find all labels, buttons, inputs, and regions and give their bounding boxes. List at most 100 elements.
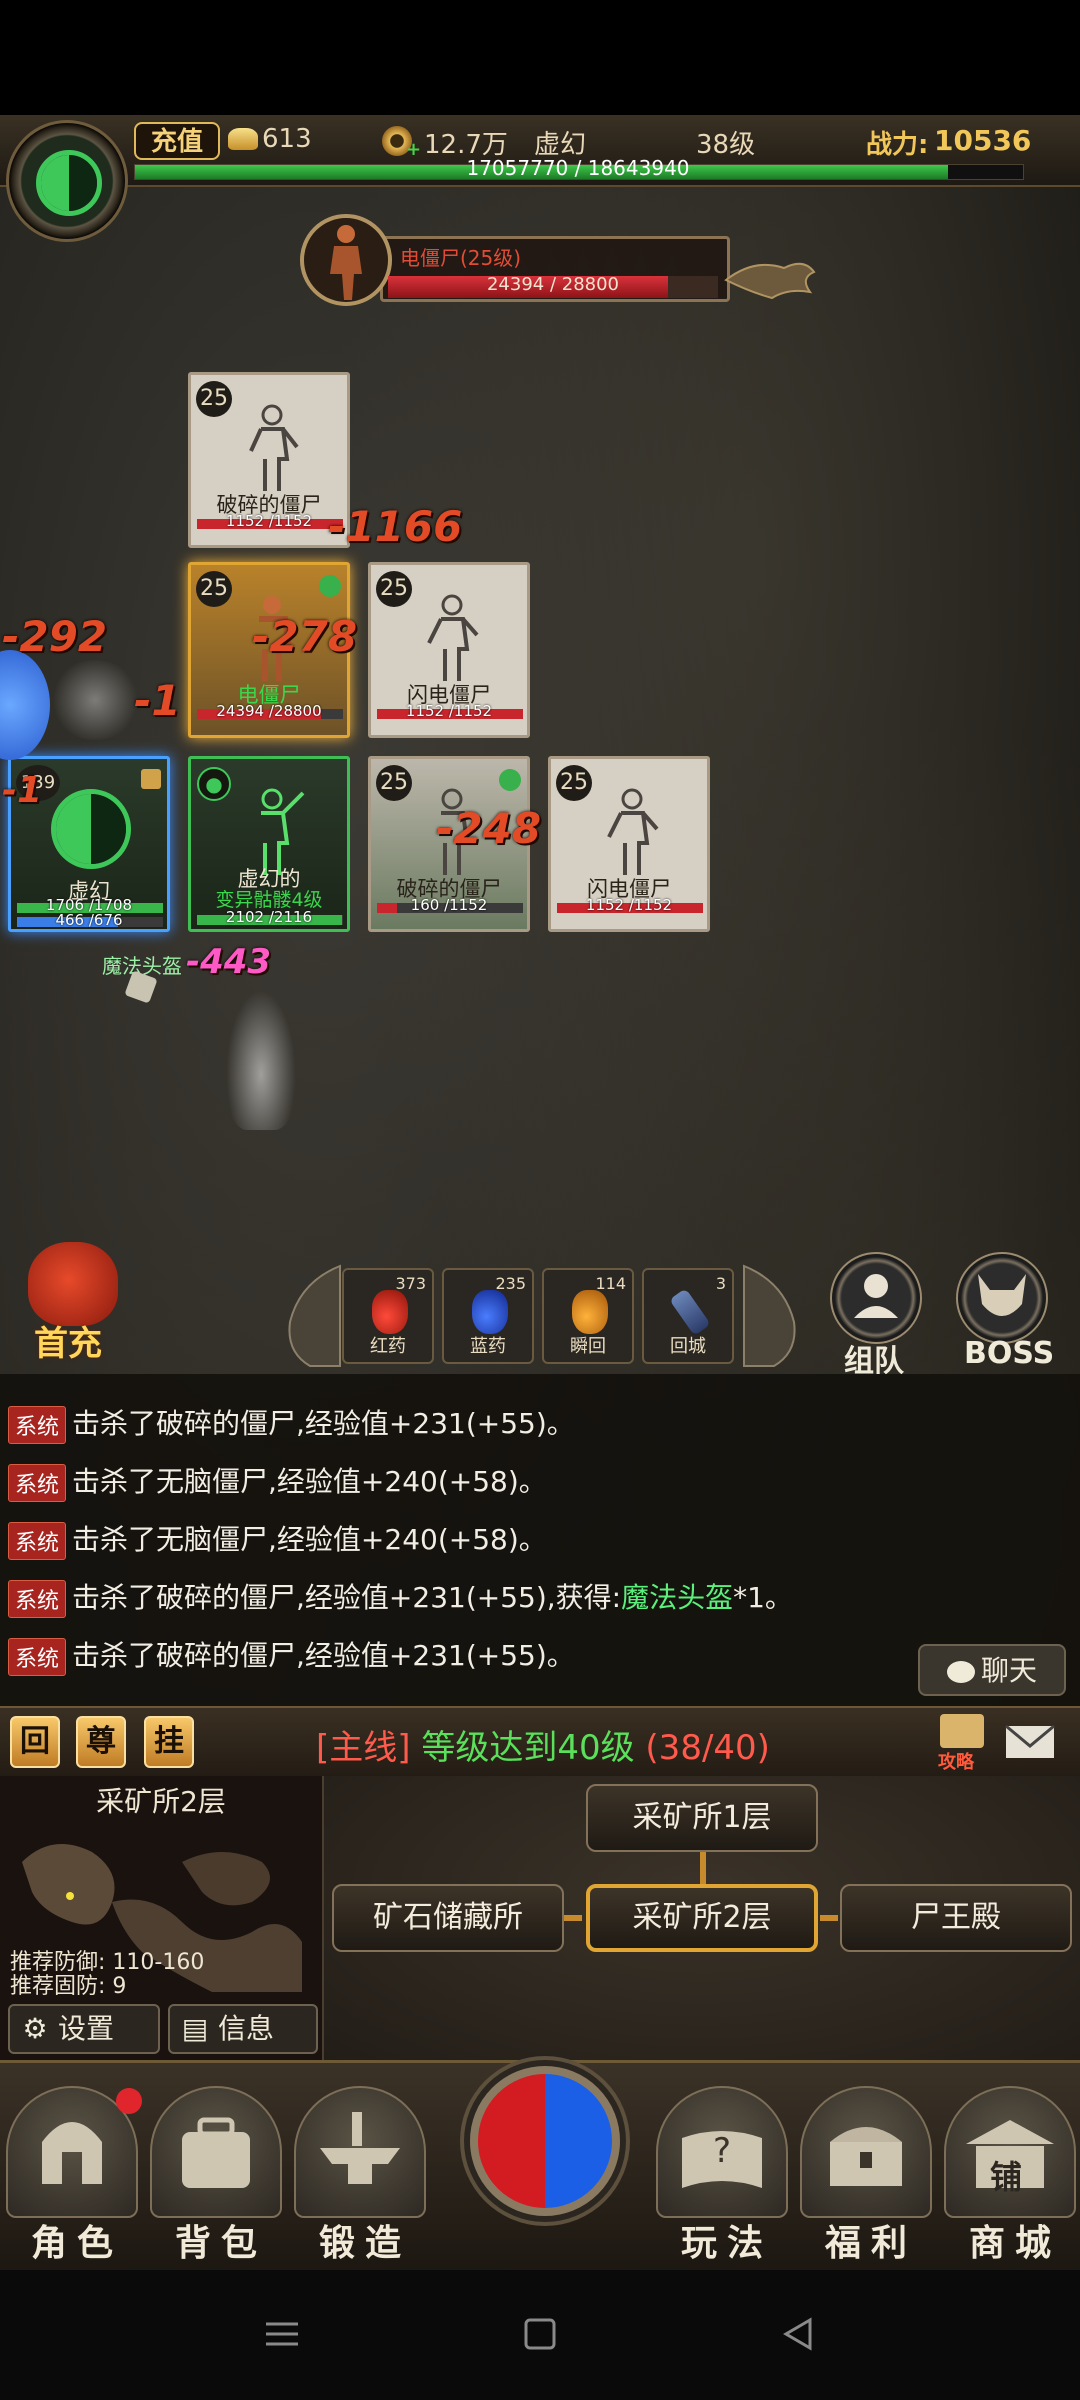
chat-text: 击杀了破碎的僵尸,经验值+231(+55),获得:: [72, 1581, 622, 1614]
status-bar: [0, 0, 1080, 115]
item-count: 114: [595, 1274, 626, 1293]
nav-label: 商城: [968, 2223, 1061, 2264]
zombie-icon: [249, 404, 299, 491]
buff-icon: [141, 769, 161, 789]
item-count: 3: [715, 1274, 726, 1293]
settings-button[interactable]: ⚙ 设置: [8, 2004, 160, 2054]
damage-number: -292: [2, 612, 108, 661]
zombie-icon: [427, 594, 479, 681]
boss-name: 电僵尸(25级): [400, 246, 522, 270]
chat-line: 系统 击杀了破碎的僵尸,经验值+231(+55),获得:魔法头盔*1。: [8, 1576, 793, 1618]
whirlwind-effect: [50, 660, 140, 740]
chat-line: 系统 击杀了无脑僵尸,经验值+240(+58)。: [8, 1518, 547, 1560]
item-label: 瞬回: [570, 1336, 606, 1357]
nav-label: 角色: [30, 2223, 123, 2264]
recharge-button[interactable]: 充值: [134, 122, 220, 160]
chat-bubble-icon: [946, 1661, 975, 1683]
recommended-armor: 推荐固防: 9: [10, 1974, 127, 1999]
main-quest[interactable]: [主线] 等级达到40级 (38/40): [316, 1720, 770, 1769]
hp-text: 1152 /1152: [585, 896, 673, 914]
hp-mp-orb[interactable]: [470, 2066, 620, 2216]
power-value: 10536: [934, 124, 1032, 157]
first-charge-button[interactable]: 首充: [18, 1240, 130, 1364]
info-button[interactable]: ▤ 信息: [168, 2004, 318, 2054]
dragon-right-ornament-icon: [743, 1264, 796, 1367]
nav-bag[interactable]: 背包: [150, 2086, 282, 2264]
scroll-map-icon: [940, 1714, 984, 1748]
boss-portrait[interactable]: [300, 214, 392, 306]
chat-text: 击杀了无脑僵尸,经验值+240(+58)。: [72, 1523, 547, 1556]
boss-label: BOSS: [964, 1336, 1055, 1371]
blue-potion-slot[interactable]: 235 蓝药: [442, 1268, 534, 1364]
item-count: 373: [395, 1274, 426, 1293]
town-scroll-slot[interactable]: 3 回城: [642, 1268, 734, 1364]
zombie-icon: [607, 788, 659, 875]
item-label: 红药: [370, 1336, 406, 1357]
pet-card[interactable]: ● 虚幻的 变异骷髅4级 2102 /2116: [188, 756, 350, 932]
chat-text: *1。: [733, 1581, 793, 1614]
chat-button[interactable]: 聊天: [918, 1644, 1066, 1696]
damage-number: -1: [134, 676, 181, 725]
chat-text: 击杀了无脑僵尸,经验值+240(+58)。: [72, 1465, 547, 1498]
return-button[interactable]: 回: [10, 1716, 60, 1768]
menu-icon[interactable]: [262, 2314, 302, 2354]
back-icon[interactable]: [778, 2314, 818, 2354]
boss-hp-text: 24394 / 28800: [486, 274, 620, 295]
auto-button[interactable]: 挂: [144, 1716, 194, 1768]
yin-yang-icon: [36, 150, 102, 216]
yin-yang-icon: [51, 789, 131, 869]
enemy-card[interactable]: 25 闪电僵尸 1152 /1152: [368, 562, 530, 738]
enemy-card[interactable]: 25 闪电僵尸 1152 /1152: [548, 756, 710, 932]
level-badge: 25: [196, 571, 232, 607]
mp-text: 466 /676: [55, 911, 123, 929]
damage-number: -1: [2, 770, 42, 811]
hp-text: 2102 /2116: [225, 908, 313, 926]
blue-potion-icon: [472, 1290, 508, 1334]
question-book-icon: ?: [656, 2086, 788, 2218]
item-label: 蓝药: [470, 1336, 506, 1357]
chat-text: 击杀了破碎的僵尸,经验值+231(+55)。: [72, 1639, 575, 1672]
guide-button[interactable]: 攻略: [934, 1712, 994, 1773]
dragon-ornament-icon: [724, 262, 816, 300]
nav-character[interactable]: 角色: [6, 2086, 138, 2264]
red-potion-slot[interactable]: 373 红药: [342, 1268, 434, 1364]
hp-text: 160 /1152: [410, 896, 488, 914]
chest-icon: [800, 2086, 932, 2218]
route-corpse-king-hall[interactable]: 尸王殿: [840, 1884, 1072, 1952]
boss-button[interactable]: [956, 1252, 1048, 1344]
route-mine-floor-2[interactable]: 采矿所2层: [586, 1884, 818, 1952]
backpack-icon: [150, 2086, 282, 2218]
quest-text: 等级达到40级: [421, 1728, 635, 1768]
system-tag: 系统: [8, 1464, 67, 1502]
poison-icon: [319, 575, 341, 597]
nav-forge[interactable]: 锻造: [294, 2086, 426, 2264]
route-mine-floor-1[interactable]: 采矿所1层: [586, 1784, 818, 1852]
enemy-card[interactable]: 25 破碎的僵尸 1152 /1152: [188, 372, 350, 548]
mail-icon[interactable]: [1004, 1722, 1056, 1762]
instant-potion-slot[interactable]: 114 瞬回: [542, 1268, 634, 1364]
nav-label: 福利: [824, 2223, 917, 2264]
nav-shop[interactable]: 铺 商城: [944, 2086, 1076, 2264]
settings-label: 设置: [58, 2012, 115, 2045]
nav-gameplay[interactable]: ? 玩法: [656, 2086, 788, 2264]
item-link[interactable]: 魔法头盔: [621, 1581, 733, 1614]
shop-sign: 铺: [990, 2158, 1023, 2196]
level-badge: 25: [556, 765, 592, 801]
route-connector: [820, 1915, 838, 1921]
home-icon[interactable]: [520, 2314, 560, 2354]
system-tag: 系统: [8, 1580, 67, 1618]
nav-welfare[interactable]: 福利: [800, 2086, 932, 2264]
team-button[interactable]: [830, 1252, 922, 1344]
level-badge: 25: [376, 571, 412, 607]
orange-potion-icon: [572, 1290, 608, 1334]
chat-line: 系统 击杀了破碎的僵尸,经验值+231(+55)。: [8, 1634, 575, 1676]
anvil-icon: [294, 2086, 426, 2218]
quest-tag: [主线]: [316, 1728, 411, 1768]
hp-text: 1152 /1152: [405, 702, 493, 720]
map-name: 采矿所2层: [96, 1785, 226, 1818]
route-ore-storage[interactable]: 矿石储藏所: [332, 1884, 564, 1952]
vip-button[interactable]: 尊: [76, 1716, 126, 1768]
svg-text:?: ?: [713, 2131, 731, 2171]
document-icon: ▤: [181, 2012, 209, 2045]
chat-text: 击杀了破碎的僵尸,经验值+231(+55)。: [72, 1407, 575, 1440]
